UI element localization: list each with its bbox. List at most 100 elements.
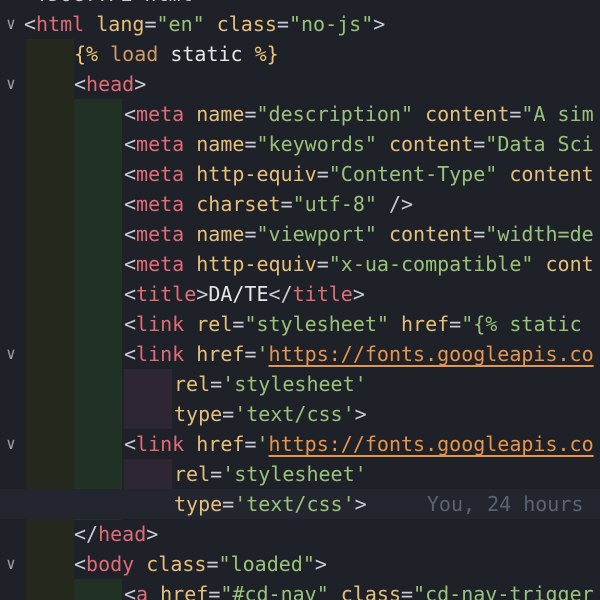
code-line[interactable]: ∨ <head>	[0, 69, 600, 99]
code-line[interactable]: ∨ <html lang="en" class="no-js">	[0, 9, 600, 39]
code-token: "cd-nav-trigger	[413, 582, 594, 600]
code-line[interactable]: <a href="#cd-nav" class="cd-nav-trigger	[0, 579, 600, 600]
code-line[interactable]: <link rel="stylesheet" href="{% static	[0, 309, 600, 339]
code-token: https://fonts.googleapis.co	[268, 342, 594, 366]
code-line[interactable]: {% load static %}	[0, 39, 600, 69]
code-token: "stylesheet"	[244, 312, 389, 336]
code-token: content	[425, 102, 510, 126]
fold-chevron-icon[interactable]: ∨	[2, 9, 20, 39]
code-token: =	[449, 312, 462, 336]
code-token: >	[196, 282, 209, 306]
fold-chevron-icon[interactable]: ∨	[2, 339, 20, 369]
code-text: rel='stylesheet'	[174, 459, 367, 489]
code-token: =	[244, 102, 257, 126]
code-token: "description"	[256, 102, 414, 126]
code-text: type='text/css'>	[174, 399, 367, 429]
code-token: "x-ua-compatible"	[328, 252, 534, 276]
code-token: =	[232, 312, 245, 336]
code-token: "Data Sci	[485, 132, 594, 156]
code-token: =	[222, 492, 235, 516]
code-token: =	[401, 582, 414, 600]
code-token: content	[509, 162, 594, 186]
code-line[interactable]: type='text/css'> You, 24 hours	[0, 489, 600, 519]
code-token: "no-js"	[288, 12, 374, 36]
code-token: meta	[136, 102, 185, 126]
code-line[interactable]: ∨ <link href='https://fonts.googleapis.co	[0, 429, 600, 459]
code-line[interactable]: <meta name="viewport" content="width=de	[0, 219, 600, 249]
code-text: <link rel="stylesheet" href="{% static	[124, 309, 594, 339]
code-text: rel='stylesheet'	[174, 369, 367, 399]
code-text: <a href="#cd-nav" class="cd-nav-trigger	[124, 579, 594, 600]
code-token: type	[174, 402, 223, 426]
fold-chevron-icon[interactable]: ∨	[2, 69, 20, 99]
code-token: "#cd-nav"	[220, 582, 329, 600]
code-token: "width=de	[485, 222, 594, 246]
git-blame-annotation: You, 24 hours	[366, 492, 584, 516]
code-token: =	[509, 102, 522, 126]
code-token: >	[373, 12, 386, 36]
code-token: '	[256, 432, 269, 456]
code-token: />	[388, 192, 414, 216]
code-line[interactable]: <meta http-equiv="x-ua-compatible" cont	[0, 249, 600, 279]
fold-chevron-icon[interactable]: ∨	[2, 429, 20, 459]
code-text: <meta name="viewport" content="width=de	[124, 219, 594, 249]
code-token: meta	[136, 132, 185, 156]
code-text: <meta http-equiv="x-ua-compatible" cont	[124, 249, 594, 279]
code-token: 'stylesheet'	[222, 462, 367, 486]
code-token: <	[124, 312, 137, 336]
code-text: <link href='https://fonts.googleapis.co	[124, 339, 594, 369]
code-token: =	[210, 372, 223, 396]
code-token: name	[196, 132, 245, 156]
code-editor[interactable]: <!DOCTYPE html> ∨<html lang="en" class="…	[0, 0, 600, 600]
code-text: <head>	[74, 69, 146, 99]
code-token: link	[136, 342, 185, 366]
code-token: http-equiv	[196, 162, 317, 186]
code-text: </head>	[74, 519, 158, 549]
code-token: html	[36, 12, 85, 36]
code-token: =	[316, 162, 329, 186]
code-token: name	[196, 222, 245, 246]
code-token: =	[473, 132, 486, 156]
code-token: class	[216, 12, 277, 36]
code-line[interactable]: </head>	[0, 519, 600, 549]
code-line[interactable]: ∨ <link href='https://fonts.googleapis.co	[0, 339, 600, 369]
code-line[interactable]: ∨ <body class="loaded">	[0, 549, 600, 579]
code-line[interactable]: <meta name="description" content="A sim	[0, 99, 600, 129]
code-token: =	[316, 252, 329, 276]
code-token: =	[244, 222, 257, 246]
code-text: <html lang="en" class="no-js">	[24, 9, 385, 39]
code-line[interactable]: <meta name="keywords" content="Data Sci	[0, 129, 600, 159]
code-line-partial[interactable]: <!DOCTYPE html>	[0, 0, 600, 9]
fold-chevron-icon[interactable]: ∨	[2, 549, 20, 579]
code-token: href	[196, 342, 245, 366]
code-token: cont	[545, 252, 594, 276]
code-token: %}	[254, 42, 279, 66]
code-token: <	[74, 72, 87, 96]
code-token: "A sim	[521, 102, 594, 126]
code-line[interactable]: <meta charset="utf-8" />	[0, 189, 600, 219]
code-token: load	[110, 42, 159, 66]
code-token: =	[244, 342, 257, 366]
code-token: {%	[74, 42, 111, 66]
code-token: <	[124, 192, 137, 216]
code-token: =	[208, 582, 221, 600]
code-token: link	[136, 432, 185, 456]
code-token: <	[124, 102, 137, 126]
code-line[interactable]: <meta http-equiv="Content-Type" content	[0, 159, 600, 189]
code-token: </	[268, 282, 293, 306]
code-token: href	[400, 312, 450, 336]
code-line[interactable]: type='text/css'>	[0, 399, 600, 429]
code-line[interactable]: rel='stylesheet'	[0, 369, 600, 399]
code-token: <	[74, 552, 87, 576]
code-line[interactable]: rel='stylesheet'	[0, 459, 600, 489]
code-text: <link href='https://fonts.googleapis.co	[124, 429, 594, 459]
code-line[interactable]: <title>DA/TE</title>	[0, 279, 600, 309]
